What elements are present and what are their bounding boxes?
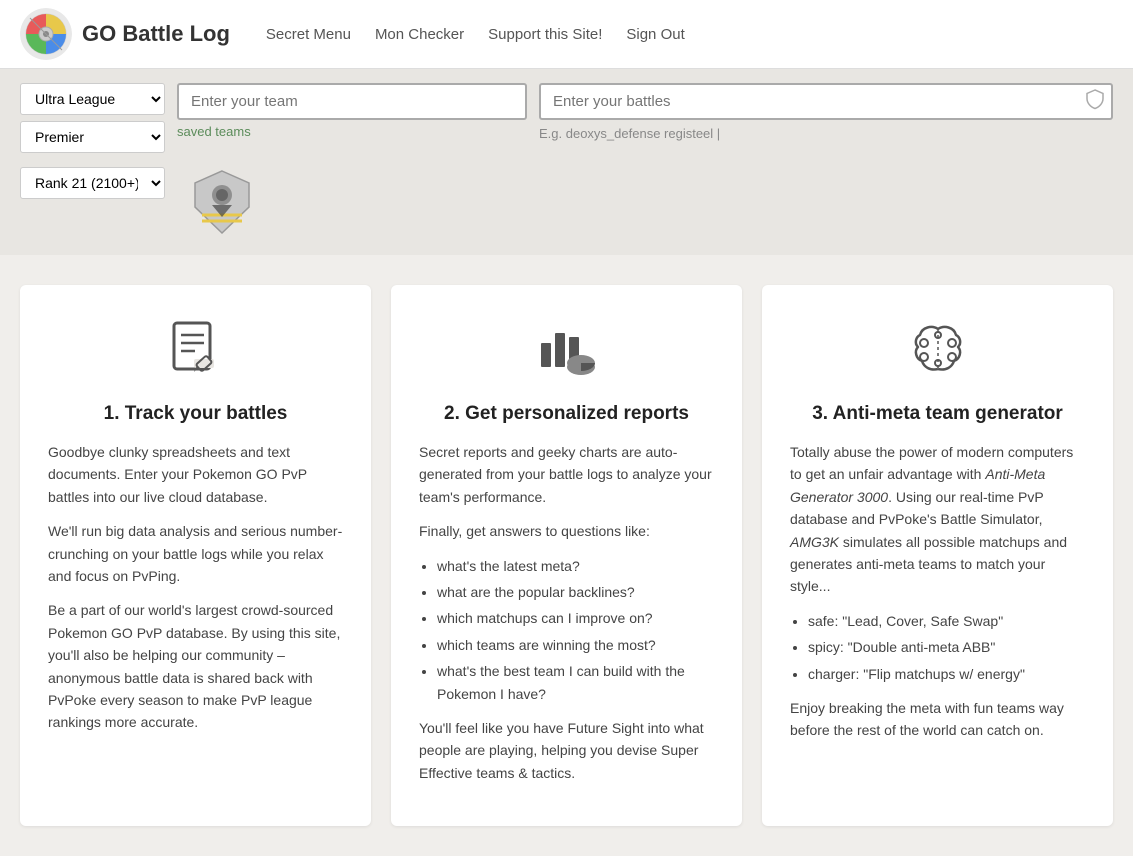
- card-reports-post1: You'll feel like you have Future Sight i…: [419, 717, 714, 784]
- list-item: which matchups can I improve on?: [437, 607, 714, 629]
- chart-pie-icon: [419, 315, 714, 387]
- card-track: 1. Track your battles Goodbye clunky spr…: [20, 285, 371, 826]
- cards-row: 1. Track your battles Goodbye clunky spr…: [20, 285, 1113, 826]
- brain-icon: [790, 315, 1085, 387]
- logo-circle: [20, 8, 72, 60]
- top-controls: Ultra League Great League Master League …: [0, 69, 1133, 163]
- team-input-area: saved teams: [177, 83, 527, 139]
- nav-support[interactable]: Support this Site!: [488, 26, 602, 43]
- rank-selector-row: Rank 21 (2100+) Rank 20 Rank 19 Rank 18: [20, 167, 257, 241]
- list-item: what are the popular backlines?: [437, 581, 714, 603]
- card-antimeta-body: Totally abuse the power of modern comput…: [790, 441, 1085, 742]
- card-reports-p1: Secret reports and geeky charts are auto…: [419, 441, 714, 508]
- rank-selector: Rank 21 (2100+) Rank 20 Rank 19 Rank 18: [20, 167, 165, 199]
- card-reports: 2. Get personalized reports Secret repor…: [391, 285, 742, 826]
- shield-icon: [1085, 88, 1105, 115]
- list-item: spicy: "Double anti-meta ABB": [808, 636, 1085, 658]
- card-reports-title: 2. Get personalized reports: [419, 403, 714, 425]
- league-selectors: Ultra League Great League Master League …: [20, 83, 165, 153]
- main-content: 1. Track your battles Goodbye clunky spr…: [0, 255, 1133, 856]
- battles-example: E.g. deoxys_defense registeel |: [539, 126, 1113, 141]
- card-track-p3: Be a part of our world's largest crowd-s…: [48, 599, 343, 733]
- league-select[interactable]: Ultra League Great League Master League: [20, 83, 165, 115]
- sub-league-select[interactable]: Premier All: [20, 121, 165, 153]
- badge-area: Rank 21 (2100+) Rank 20 Rank 19 Rank 18: [0, 163, 1133, 255]
- nav-secret-menu[interactable]: Secret Menu: [266, 26, 351, 43]
- main-nav: Secret Menu Mon Checker Support this Sit…: [266, 26, 685, 43]
- site-logo-link[interactable]: GO Battle Log: [20, 8, 230, 60]
- list-item: charger: "Flip matchups w/ energy": [808, 663, 1085, 685]
- card-antimeta-title: 3. Anti-meta team generator: [790, 403, 1085, 425]
- list-item: what's the latest meta?: [437, 555, 714, 577]
- document-edit-icon: [48, 315, 343, 387]
- nav-mon-checker[interactable]: Mon Checker: [375, 26, 464, 43]
- rank-select[interactable]: Rank 21 (2100+) Rank 20 Rank 19 Rank 18: [20, 167, 165, 199]
- card-track-title: 1. Track your battles: [48, 403, 343, 425]
- card-reports-p2: Finally, get answers to questions like:: [419, 520, 714, 542]
- logo-icon: [20, 8, 72, 60]
- site-header: GO Battle Log Secret Menu Mon Checker Su…: [0, 0, 1133, 69]
- card-antimeta-post1: Enjoy breaking the meta with fun teams w…: [790, 697, 1085, 742]
- card-track-p1: Goodbye clunky spreadsheets and text doc…: [48, 441, 343, 508]
- card-antimeta-p1: Totally abuse the power of modern comput…: [790, 441, 1085, 598]
- saved-teams-link[interactable]: saved teams: [177, 124, 527, 139]
- card-reports-bullets: what's the latest meta? what are the pop…: [437, 555, 714, 705]
- card-reports-body: Secret reports and geeky charts are auto…: [419, 441, 714, 784]
- team-input[interactable]: [177, 83, 527, 120]
- list-item: safe: "Lead, Cover, Safe Swap": [808, 610, 1085, 632]
- nav-sign-out[interactable]: Sign Out: [626, 26, 684, 43]
- list-item: which teams are winning the most?: [437, 634, 714, 656]
- battles-input[interactable]: [539, 83, 1113, 120]
- site-title: GO Battle Log: [82, 21, 230, 47]
- card-antimeta: 3. Anti-meta team generator Totally abus…: [762, 285, 1113, 826]
- card-track-p2: We'll run big data analysis and serious …: [48, 520, 343, 587]
- card-antimeta-bullets: safe: "Lead, Cover, Safe Swap" spicy: "D…: [808, 610, 1085, 685]
- list-item: what's the best team I can build with th…: [437, 660, 714, 705]
- battles-input-area: E.g. deoxys_defense registeel |: [539, 83, 1113, 141]
- rank-badge-icon: [187, 167, 257, 241]
- card-track-body: Goodbye clunky spreadsheets and text doc…: [48, 441, 343, 734]
- badge-svg: [187, 167, 257, 237]
- battles-input-wrapper: [539, 83, 1113, 120]
